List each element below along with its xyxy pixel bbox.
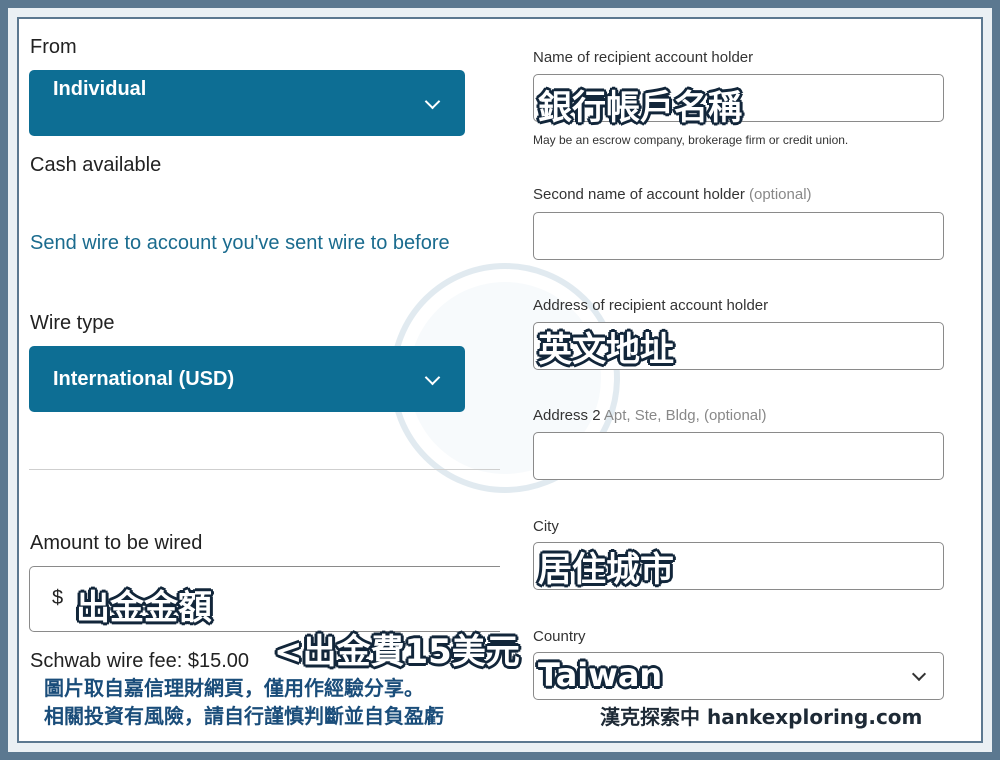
wire-form: From Individual Cash available Send wire… (0, 0, 1000, 760)
address2-label: Address 2 Apt, Ste, Bldg, (optional) (533, 407, 766, 424)
recipient-name-hint: May be an escrow company, brokerage firm… (533, 133, 849, 147)
chevron-down-icon (424, 93, 441, 110)
address2-label-text: Address 2 (533, 407, 601, 424)
annotation-fee: <出金費15美元 (274, 632, 520, 672)
send-wire-previous-link[interactable]: Send wire to account you've sent wire to… (30, 232, 500, 255)
divider (29, 469, 500, 470)
second-name-field[interactable] (533, 212, 944, 260)
annotation-country: Taiwan (538, 656, 663, 694)
amount-label: Amount to be wired (30, 532, 203, 554)
second-name-label-text: Second name of account holder (533, 186, 745, 203)
wire-type-select[interactable]: International (USD) (29, 346, 465, 412)
from-select[interactable]: Individual (29, 70, 465, 136)
disclaimer-line-2: 相關投資有風險，請自行謹慎判斷並自負盈虧 (44, 704, 444, 728)
second-name-label: Second name of account holder (optional) (533, 186, 812, 203)
wire-type-label: Wire type (30, 312, 115, 334)
wire-type-value: International (USD) (53, 368, 235, 390)
brand-signature: 漢克探索中 hankexploring.com (600, 705, 923, 729)
address-label: Address of recipient account holder (533, 297, 769, 314)
disclaimer-line-1: 圖片取自嘉信理財網頁，僅用作經驗分享。 (44, 676, 424, 700)
address2-hint: Apt, Ste, Bldg, (optional) (603, 407, 767, 424)
from-select-value: Individual (53, 78, 147, 100)
chevron-down-icon (911, 666, 927, 682)
annotation-address: 英文地址 (538, 330, 674, 370)
chevron-down-icon (424, 369, 441, 386)
annotation-account-name: 銀行帳戶名稱 (538, 88, 742, 128)
address2-field[interactable] (533, 432, 944, 480)
from-label: From (30, 36, 77, 58)
recipient-name-label: Name of recipient account holder (533, 49, 754, 66)
cash-available-label: Cash available (30, 154, 162, 176)
annotation-amount: 出金金額 (76, 588, 212, 628)
optional-tag: (optional) (748, 186, 812, 203)
country-label: Country (533, 628, 586, 645)
city-label: City (533, 518, 559, 535)
annotation-city: 居住城市 (538, 550, 674, 590)
currency-symbol: $ (52, 587, 64, 609)
wire-fee-text: Schwab wire fee: $15.00 (30, 650, 250, 672)
